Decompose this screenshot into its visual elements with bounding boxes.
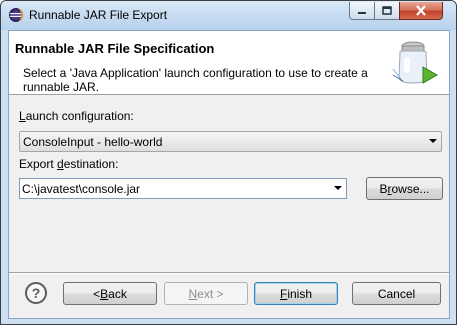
launch-configuration-select[interactable]: ConsoleInput - hello-world	[19, 131, 442, 152]
browse-button[interactable]: Br owse...	[366, 177, 443, 200]
minimize-button[interactable]	[349, 2, 375, 20]
maximize-icon	[382, 6, 392, 15]
chevron-down-icon[interactable]	[334, 186, 342, 190]
close-button[interactable]	[399, 2, 443, 20]
export-destination-combo[interactable]	[19, 178, 347, 199]
wizard-banner: Runnable JAR File Specification Select a…	[9, 31, 449, 95]
dialog-body: Runnable JAR File Specification Select a…	[8, 30, 450, 319]
title-bar[interactable]: Runnable JAR File Export	[1, 1, 456, 30]
close-icon	[416, 5, 426, 16]
export-destination-input[interactable]	[22, 181, 322, 196]
page-title: Runnable JAR File Specification	[15, 41, 215, 56]
window-title: Runnable JAR File Export	[29, 8, 168, 22]
jar-wizard-icon	[392, 41, 439, 84]
maximize-button[interactable]	[374, 2, 400, 20]
back-button[interactable]: < Back	[63, 282, 157, 305]
page-description: Select a 'Java Application' launch confi…	[23, 66, 368, 94]
minimize-icon	[358, 11, 366, 14]
finish-button[interactable]: Finish	[254, 282, 338, 305]
footer-separator	[9, 272, 449, 274]
launch-configuration-label: Launch configuration:	[19, 109, 134, 123]
eclipse-icon	[9, 8, 23, 22]
launch-configuration-value: ConsoleInput - hello-world	[23, 135, 163, 149]
export-destination-label: Export destination:	[19, 157, 119, 171]
export-dialog-window: Runnable JAR File Export Runnable JAR Fi…	[0, 0, 457, 325]
cancel-button[interactable]: Cancel	[352, 282, 441, 305]
next-button[interactable]: Next >	[164, 282, 248, 305]
help-icon[interactable]: ?	[25, 282, 47, 304]
chevron-down-icon	[429, 139, 437, 143]
